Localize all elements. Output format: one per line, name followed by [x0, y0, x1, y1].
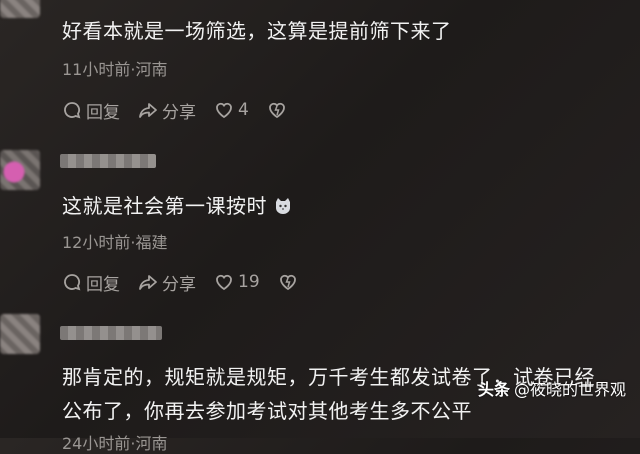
source-watermark: 头条 @筱晓的世界观 [478, 376, 626, 400]
reply-label: 回复 [86, 102, 120, 123]
watermark-brand: 头条 [478, 380, 511, 399]
like-count: 4 [238, 100, 249, 120]
dislike-button[interactable] [267, 100, 291, 120]
comment-text: 这就是社会第一课按时 [62, 189, 293, 223]
watermark-handle: @筱晓的世界观 [514, 380, 627, 399]
reply-button[interactable]: 回复 [62, 270, 120, 295]
share-label: 分享 [162, 274, 196, 295]
comment-actions: 回复 分享 4 [62, 97, 309, 123]
comment-actions: 回复 分享 19 [62, 269, 320, 295]
reply-icon [64, 102, 81, 119]
avatar[interactable] [0, 150, 40, 190]
reply-label: 回复 [86, 274, 120, 295]
like-icon [216, 102, 232, 119]
avatar[interactable] [0, 314, 40, 354]
share-icon [139, 275, 157, 290]
comment-text-line-2: 公布了，你再去参加考试对其他考生多不公平 [62, 399, 472, 423]
comment-meta: 11小时前·河南 [62, 60, 168, 79]
reply-button[interactable]: 回复 [62, 98, 120, 123]
dislike-icon [268, 102, 285, 119]
share-icon [139, 103, 157, 118]
username-blurred[interactable] [60, 326, 162, 340]
comment-meta: 24小时前·河南 [62, 434, 168, 453]
avatar[interactable] [0, 0, 40, 18]
share-label: 分享 [162, 102, 196, 123]
comment-text-content: 这就是社会第一课按时 [62, 194, 267, 218]
cat-emoji-icon [276, 198, 290, 214]
comment-text: 好看本就是一场筛选，这算是提前筛下来了 [62, 19, 452, 43]
like-count: 19 [238, 272, 260, 292]
dislike-icon [279, 274, 296, 291]
dislike-button[interactable] [278, 272, 302, 292]
username-blurred[interactable] [60, 154, 156, 168]
share-button[interactable]: 分享 [138, 98, 196, 123]
like-icon [216, 274, 232, 291]
like-button[interactable]: 4 [214, 100, 249, 120]
reply-icon [64, 274, 81, 291]
comment-meta: 12小时前·福建 [62, 233, 168, 252]
share-button[interactable]: 分享 [138, 270, 196, 295]
like-button[interactable]: 19 [214, 272, 260, 292]
